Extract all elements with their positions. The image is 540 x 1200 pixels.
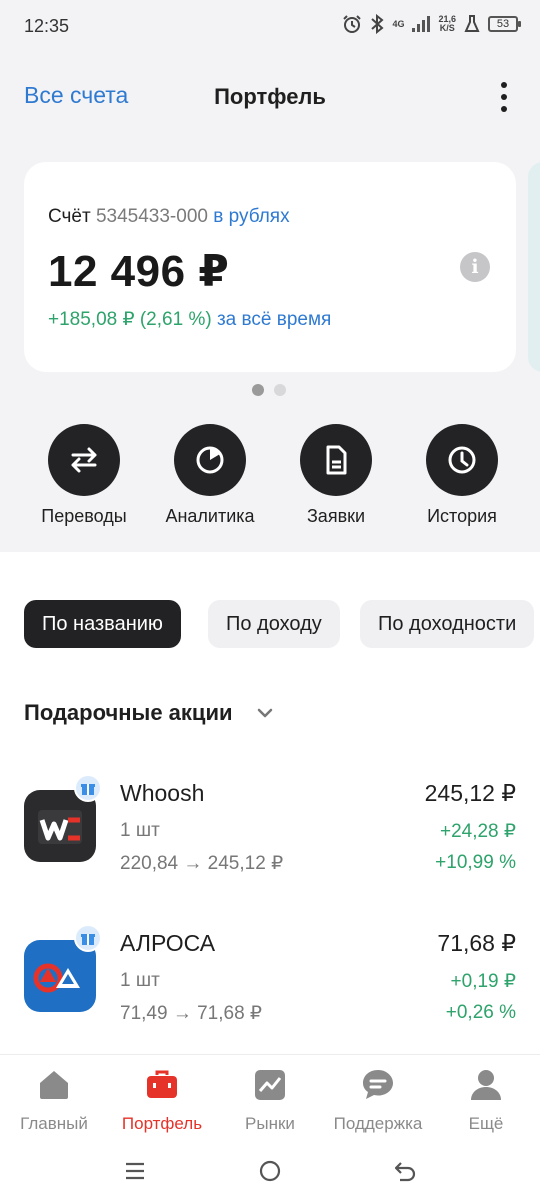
next-card-peek[interactable] [528,162,540,372]
home-icon [40,1071,68,1099]
profit-value: +185,08 ₽ (2,61 %) [48,309,212,330]
quick-actions: Переводы Аналитика Заявки История [0,424,540,534]
clock-icon [426,424,498,496]
carousel-dot-active [252,384,264,396]
signal-icon [412,16,431,32]
flask-icon [464,15,480,32]
stock-item-alrosa[interactable]: АЛРОСА 1 шт 71,49 → 71,68 ₽ 71,68 ₽ +0,1… [24,924,516,1040]
stock-item-whoosh[interactable]: Whoosh 1 шт 220,84 → 245,12 ₽ 245,12 ₽ +… [24,774,516,890]
account-currency-link[interactable]: в рублях [213,206,289,227]
analytics-label: Аналитика [165,506,255,526]
transfer-icon [48,424,120,496]
nav-label-home: Главный [20,1114,88,1133]
alarm-icon [343,15,362,33]
carousel-indicator [252,384,286,396]
info-icon[interactable]: i [460,252,490,282]
stock-change: +24,28 ₽ [439,821,516,842]
stock-name: Whoosh [120,780,205,806]
sort-chips: По названию По доходу По доходности [24,600,540,648]
bluetooth-icon [371,14,384,34]
nav-label-markets: Рынки [245,1114,295,1133]
network-indicator: 4G [392,18,405,29]
gift-icon [74,924,102,952]
nav-item-more[interactable]: Ещё [432,1067,540,1134]
nav-label-more: Ещё [468,1114,504,1133]
speed-unit: K/S [439,23,455,33]
speed-indicator: 21,6 K/S [438,15,456,33]
profit-period-link[interactable]: за всё время [217,309,331,330]
nav-item-home[interactable]: Главный [0,1067,108,1134]
bottom-navigation: Главный Портфель Рынки Поддержка Ещё [0,1054,540,1140]
account-number: 5345433-000 [95,206,208,227]
chat-icon [363,1070,393,1099]
gift-stocks-section-title[interactable]: Подарочные акции [24,700,233,726]
stock-price-range: 71,49 → 71,68 ₽ [120,1003,263,1024]
account-label: Счёт [48,206,91,227]
nav-label-portfolio: Портфель [121,1114,203,1133]
sort-by-name-chip[interactable]: По названию [24,600,181,648]
stock-price-range: 220,84 → 245,12 ₽ [120,853,284,874]
gift-icon [74,774,102,802]
orders-label: Заявки [306,506,366,526]
analytics-icon [174,424,246,496]
sort-by-yield-chip[interactable]: По доходности [360,600,535,648]
status-icons: 4G 21,6 K/S 53 [342,14,521,34]
history-button[interactable]: История [397,424,527,527]
chart-icon [255,1070,285,1100]
document-icon [300,424,372,496]
analytics-button[interactable]: Аналитика [145,424,275,527]
stock-change-percent: +10,99 % [435,852,516,873]
stock-change-percent: +0,26 % [445,1002,516,1023]
account-profit: +185,08 ₽ (2,61 %) за всё время [48,308,331,331]
status-time: 12:35 [24,16,70,36]
stock-price: 71,68 ₽ [437,930,516,956]
stock-name: АЛРОСА [120,930,216,956]
nav-item-markets[interactable]: Рынки [216,1067,324,1134]
account-line: Счёт 5345433-000 в рублях [48,206,290,228]
stock-quantity: 1 шт [120,820,160,841]
briefcase-icon [147,1070,177,1098]
transfers-button[interactable]: Переводы [19,424,149,527]
system-navigation-bar [0,1140,540,1200]
status-bar: 12:35 4G 21,6 K/S 53 [0,0,540,56]
orders-button[interactable]: Заявки [271,424,401,527]
transfers-label: Переводы [41,506,127,526]
nav-item-support[interactable]: Поддержка [324,1067,432,1134]
battery-icon: 53 [488,16,521,32]
history-label: История [427,506,497,526]
more-vertical-icon[interactable] [496,82,512,112]
user-icon [471,1070,501,1100]
stock-price: 245,12 ₽ [424,780,516,806]
all-accounts-link[interactable]: Все счета [24,82,128,109]
chevron-down-icon[interactable] [256,704,274,722]
stock-quantity: 1 шт [120,970,160,991]
back-icon[interactable] [392,1158,418,1184]
stock-change: +0,19 ₽ [450,971,516,992]
network-type: 4G [392,18,405,29]
home-button-icon[interactable] [257,1158,283,1184]
nav-label-support: Поддержка [333,1114,423,1133]
recent-apps-icon[interactable] [122,1158,148,1184]
account-card[interactable]: Счёт 5345433-000 в рублях 12 496 ₽ +185,… [24,162,516,372]
top-app-bar: Портфель Все счета [0,72,540,122]
sort-by-income-chip[interactable]: По доходу [208,600,340,648]
account-balance: 12 496 ₽ [48,247,230,296]
nav-item-portfolio[interactable]: Портфель [108,1067,216,1134]
carousel-dot [274,384,286,396]
